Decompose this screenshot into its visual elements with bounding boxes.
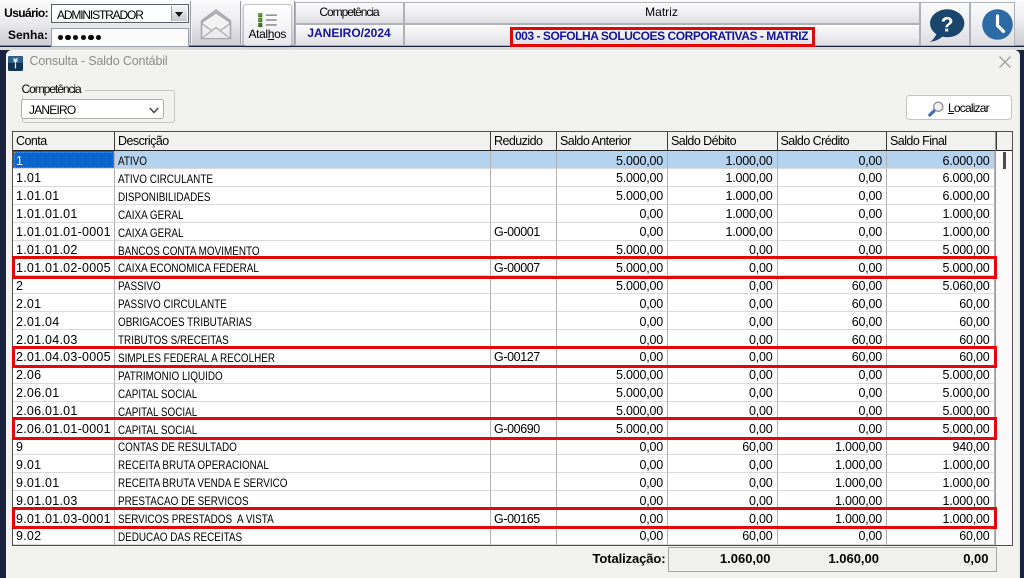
svg-text:?: ? — [941, 14, 954, 37]
